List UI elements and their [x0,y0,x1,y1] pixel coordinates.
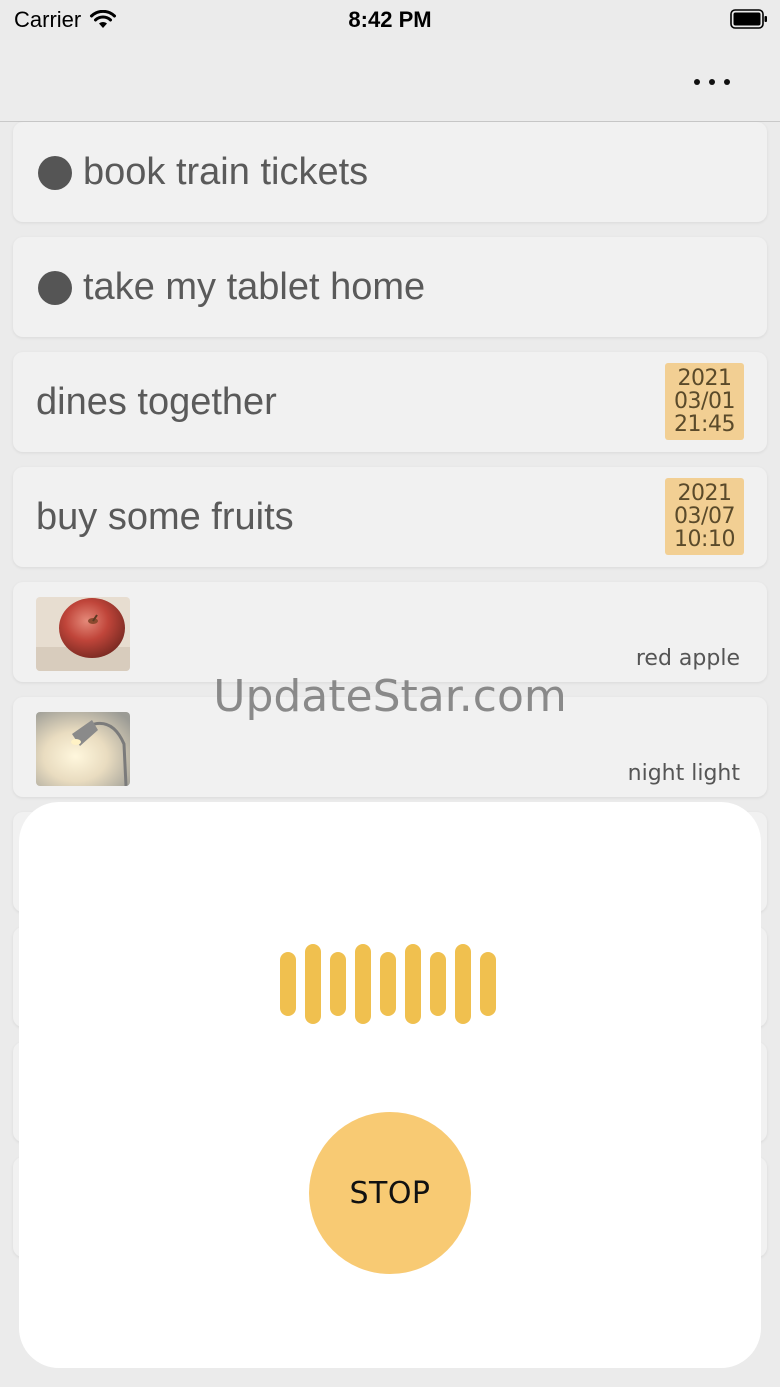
desk-lamp-photo [36,712,130,786]
task-title: book train tickets [83,151,369,193]
task-title: take my tablet home [83,266,426,308]
date-badge: 2021 03/01 21:45 [665,363,744,440]
bullet-icon [38,271,72,305]
date-time: 10:10 [674,527,735,552]
more-options-button[interactable] [692,70,736,94]
date-badge: 2021 03/07 10:10 [665,478,744,555]
date-day: 03/07 [674,504,735,529]
task-card-take-tablet-home[interactable]: take my tablet home [13,237,767,337]
bullet-icon [38,156,72,190]
date-year: 2021 [677,366,733,391]
item-caption: night light [627,761,740,786]
date-year: 2021 [677,481,733,506]
task-title: buy some fruits [36,496,294,538]
stop-button-label: STOP [349,1175,431,1211]
apple-photo [36,597,130,671]
task-card-book-train-tickets[interactable]: book train tickets [13,122,767,222]
voice-recorder-panel: STOP [19,802,761,1368]
stop-button[interactable]: STOP [309,1112,471,1274]
date-day: 03/01 [674,389,735,414]
more-horizontal-icon [694,79,700,85]
task-title: dines together [36,381,277,423]
task-card-red-apple[interactable]: red apple [13,582,767,682]
navigation-bar [0,40,780,122]
clock: 8:42 PM [348,7,432,32]
sound-wave-icon [280,942,496,1026]
battery-icon [730,9,767,29]
task-card-dines-together[interactable]: dines together 2021 03/01 21:45 [13,352,767,452]
date-time: 21:45 [674,412,735,437]
status-bar: Carrier 8:42 PM [0,0,780,40]
item-caption: red apple [635,646,740,671]
task-card-buy-some-fruits[interactable]: buy some fruits 2021 03/07 10:10 [13,467,767,567]
watermark: UpdateStar.com [213,671,567,722]
